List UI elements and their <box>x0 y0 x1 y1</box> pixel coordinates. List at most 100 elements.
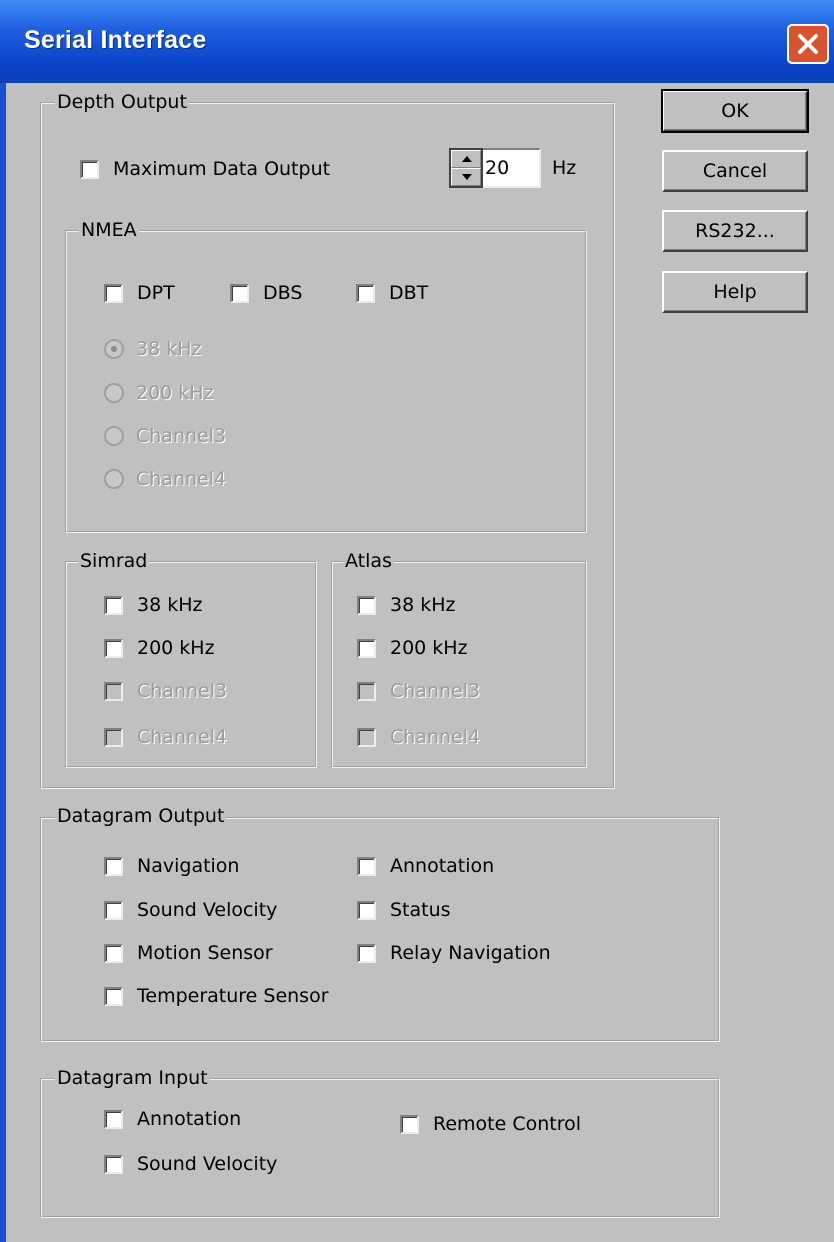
simrad-channel3-label: Channel3 <box>137 680 228 702</box>
close-button[interactable] <box>787 24 829 64</box>
simrad-label: Simrad <box>78 549 150 573</box>
simrad-200khz-label: 200 kHz <box>137 637 215 659</box>
dgout-temperature-sensor-label: Temperature Sensor <box>137 985 329 1007</box>
simrad-channel4-option[interactable]: Channel4 <box>104 724 227 750</box>
nmea-200khz-radio[interactable] <box>104 383 124 403</box>
simrad-channel3-checkbox[interactable] <box>104 681 123 701</box>
atlas-200khz-checkbox[interactable] <box>357 638 376 658</box>
dgout-motion-sensor-option[interactable]: Motion Sensor <box>104 940 273 966</box>
rs232-button[interactable]: RS232... <box>662 210 808 252</box>
title-bar[interactable]: Serial Interface <box>0 0 834 83</box>
dgin-annotation-checkbox[interactable] <box>104 1109 123 1129</box>
atlas-38khz-option[interactable]: 38 kHz <box>357 592 455 618</box>
datagram-input-label: Datagram Input <box>55 1066 210 1090</box>
nmea-channel3-radio-option[interactable]: Channel3 <box>104 423 226 449</box>
nmea-dbt-label: DBT <box>389 282 429 304</box>
nmea-200khz-label: 200 kHz <box>136 382 214 404</box>
nmea-dpt-option[interactable]: DPT <box>104 280 175 306</box>
window-border-left <box>0 83 6 1242</box>
dgin-sound-velocity-option[interactable]: Sound Velocity <box>104 1151 277 1177</box>
dgout-navigation-checkbox[interactable] <box>104 856 123 876</box>
datagram-input-group <box>40 1078 720 1218</box>
atlas-channel3-option[interactable]: Channel3 <box>357 678 480 704</box>
nmea-200khz-radio-option[interactable]: 200 kHz <box>104 380 214 406</box>
atlas-label: Atlas <box>343 549 394 573</box>
dgout-annotation-label: Annotation <box>390 855 495 877</box>
spin-up-button[interactable] <box>451 150 481 168</box>
dgin-annotation-label: Annotation <box>137 1108 242 1130</box>
dgout-annotation-checkbox[interactable] <box>357 856 376 876</box>
dgout-sound-velocity-label: Sound Velocity <box>137 899 278 921</box>
dgin-sound-velocity-label: Sound Velocity <box>137 1153 278 1175</box>
dgin-sound-velocity-checkbox[interactable] <box>104 1154 123 1174</box>
dgout-status-checkbox[interactable] <box>357 900 376 920</box>
window-title: Serial Interface <box>24 26 207 54</box>
spin-down-icon <box>462 174 472 180</box>
dgout-status-option[interactable]: Status <box>357 897 451 923</box>
nmea-dbs-label: DBS <box>263 282 303 304</box>
frequency-spinbox[interactable]: 20 <box>449 148 541 188</box>
simrad-38khz-label: 38 kHz <box>137 594 203 616</box>
dgout-status-label: Status <box>390 899 451 921</box>
dgout-annotation-option[interactable]: Annotation <box>357 853 494 879</box>
dgin-remote-control-checkbox[interactable] <box>400 1114 419 1134</box>
close-icon <box>798 34 818 54</box>
dgout-relay-navigation-option[interactable]: Relay Navigation <box>357 940 551 966</box>
nmea-dpt-checkbox[interactable] <box>104 283 123 303</box>
nmea-dbs-option[interactable]: DBS <box>230 280 302 306</box>
dgin-remote-control-option[interactable]: Remote Control <box>400 1111 581 1137</box>
dgout-motion-sensor-label: Motion Sensor <box>137 942 273 964</box>
simrad-channel4-label: Channel4 <box>137 726 228 748</box>
frequency-input[interactable]: 20 <box>483 148 541 188</box>
max-data-output-checkbox[interactable] <box>80 159 99 179</box>
simrad-200khz-checkbox[interactable] <box>104 638 123 658</box>
nmea-dbt-checkbox[interactable] <box>356 283 375 303</box>
frequency-unit-label: Hz <box>552 157 577 179</box>
max-data-output-label: Maximum Data Output <box>113 158 331 180</box>
atlas-channel4-checkbox[interactable] <box>357 727 376 747</box>
dgin-remote-control-label: Remote Control <box>433 1113 582 1135</box>
spin-up-icon <box>462 156 472 162</box>
dgin-annotation-option[interactable]: Annotation <box>104 1106 241 1132</box>
cancel-button[interactable]: Cancel <box>662 150 808 192</box>
nmea-dbt-option[interactable]: DBT <box>356 280 428 306</box>
nmea-channel3-radio[interactable] <box>104 426 124 446</box>
ok-button[interactable]: OK <box>661 89 809 133</box>
atlas-200khz-label: 200 kHz <box>390 637 468 659</box>
dialog-window: Serial Interface OK Cancel RS232... Help… <box>0 0 834 1242</box>
dgout-temperature-sensor-checkbox[interactable] <box>104 986 123 1006</box>
dgout-sound-velocity-option[interactable]: Sound Velocity <box>104 897 277 923</box>
dgout-relay-navigation-checkbox[interactable] <box>357 943 376 963</box>
dgout-navigation-label: Navigation <box>137 855 240 877</box>
nmea-dpt-label: DPT <box>137 282 175 304</box>
nmea-label: NMEA <box>79 218 139 242</box>
nmea-38khz-radio-option[interactable]: 38 kHz <box>104 336 201 362</box>
nmea-channel4-radio-option[interactable]: Channel4 <box>104 466 226 492</box>
help-button[interactable]: Help <box>662 271 808 313</box>
atlas-38khz-checkbox[interactable] <box>357 595 376 615</box>
dgout-motion-sensor-checkbox[interactable] <box>104 943 123 963</box>
dgout-navigation-option[interactable]: Navigation <box>104 853 239 879</box>
nmea-dbs-checkbox[interactable] <box>230 283 249 303</box>
simrad-channel3-option[interactable]: Channel3 <box>104 678 227 704</box>
dgout-relay-navigation-label: Relay Navigation <box>390 942 551 964</box>
spin-down-button[interactable] <box>451 168 481 186</box>
dgout-temperature-sensor-option[interactable]: Temperature Sensor <box>104 983 329 1009</box>
nmea-channel4-radio[interactable] <box>104 469 124 489</box>
max-data-output-option[interactable]: Maximum Data Output <box>80 156 330 182</box>
nmea-channel4-label: Channel4 <box>136 468 227 490</box>
nmea-38khz-label: 38 kHz <box>136 338 202 360</box>
simrad-38khz-option[interactable]: 38 kHz <box>104 592 202 618</box>
atlas-channel3-label: Channel3 <box>390 680 481 702</box>
nmea-38khz-radio[interactable] <box>104 339 124 359</box>
atlas-200khz-option[interactable]: 200 kHz <box>357 635 468 661</box>
simrad-200khz-option[interactable]: 200 kHz <box>104 635 215 661</box>
simrad-38khz-checkbox[interactable] <box>104 595 123 615</box>
atlas-channel4-option[interactable]: Channel4 <box>357 724 480 750</box>
atlas-channel4-label: Channel4 <box>390 726 481 748</box>
simrad-channel4-checkbox[interactable] <box>104 727 123 747</box>
depth-output-label: Depth Output <box>55 90 189 114</box>
atlas-channel3-checkbox[interactable] <box>357 681 376 701</box>
dgout-sound-velocity-checkbox[interactable] <box>104 900 123 920</box>
nmea-channel3-label: Channel3 <box>136 425 227 447</box>
